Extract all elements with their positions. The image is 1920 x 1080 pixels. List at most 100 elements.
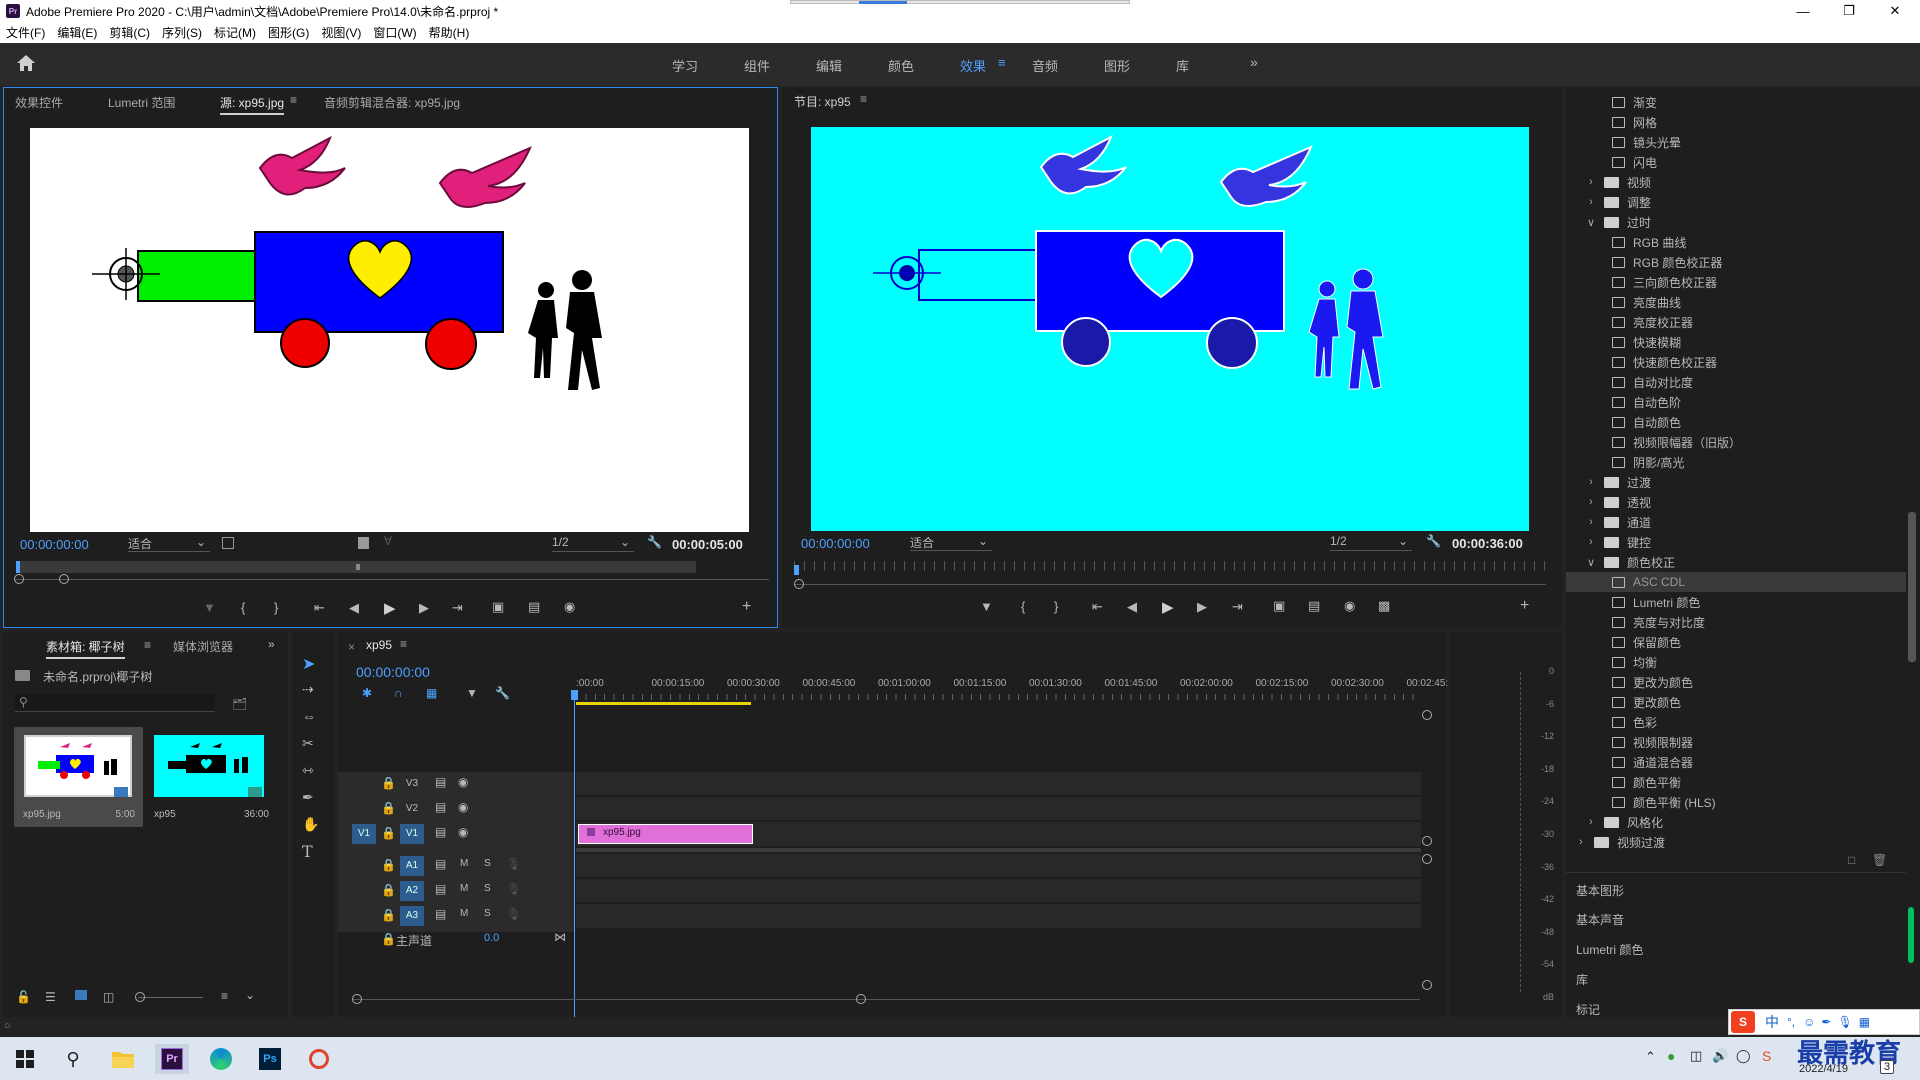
effects-item[interactable]: Lumetri 颜色 [1566, 592, 1906, 612]
track-label[interactable]: V3 [400, 774, 424, 794]
mic-icon[interactable]: 🎙 [506, 857, 521, 871]
mark-in-icon[interactable]: { [1021, 599, 1025, 614]
menu-view[interactable]: 视图(V) [315, 24, 367, 41]
program-resolution-dropdown[interactable]: 1/2 ⌄ [1330, 534, 1412, 551]
workspace-effects[interactable]: 效果 [960, 56, 986, 75]
go-to-out-icon[interactable]: ⇥ [452, 600, 463, 616]
effects-folder[interactable]: ∨ 颜色校正 [1566, 552, 1906, 572]
effects-item[interactable]: 色彩 [1566, 712, 1906, 732]
effects-item[interactable]: 闪电 [1566, 152, 1906, 172]
workspace-learn[interactable]: 学习 [672, 56, 698, 75]
effects-item[interactable]: 自动颜色 [1566, 412, 1906, 432]
chevron-right-icon[interactable]: › [1584, 176, 1598, 188]
new-search-bin-icon[interactable]: 🗂 [232, 697, 247, 711]
track-lane-v2[interactable] [576, 797, 1421, 821]
workspace-assembly[interactable]: 组件 [744, 56, 770, 75]
program-ruler[interactable] [794, 561, 1546, 571]
effects-folder[interactable]: › 过渡 [1566, 472, 1906, 492]
close-tab-icon[interactable]: × [348, 640, 355, 654]
menu-marker[interactable]: 标记(M) [208, 24, 262, 41]
vertical-zoom-handle[interactable] [1422, 980, 1432, 990]
zoom-slider-handle[interactable] [135, 992, 145, 1002]
slip-tool-icon[interactable]: ⇿ [302, 762, 314, 779]
horizontal-zoom-handle[interactable] [856, 994, 866, 1004]
lift-icon[interactable]: ▣ [1273, 598, 1285, 614]
lock-icon[interactable]: 🔒 [381, 858, 396, 872]
chevron-right-icon[interactable]: › [1584, 516, 1598, 528]
comparison-view-icon[interactable]: ▩ [1378, 598, 1390, 614]
play-icon[interactable]: ▶ [1162, 598, 1174, 616]
tab-lumetri-scopes[interactable]: Lumetri 范围 [108, 94, 175, 111]
photoshop-icon[interactable]: Ps [253, 1044, 287, 1074]
effects-folder[interactable]: ∨ 过时 [1566, 212, 1906, 232]
selection-tool-icon[interactable]: ➤ [302, 654, 315, 674]
eye-icon[interactable]: ◉ [458, 800, 468, 814]
menu-help[interactable]: 帮助(H) [423, 24, 476, 41]
freeform-view-icon[interactable]: ◫ [103, 990, 114, 1004]
effects-folder[interactable]: › 调整 [1566, 192, 1906, 212]
go-to-in-icon[interactable]: ⇤ [1092, 599, 1103, 615]
effects-folder[interactable]: › 键控 [1566, 532, 1906, 552]
maximize-button[interactable]: ❐ [1826, 0, 1872, 22]
step-forward-icon[interactable]: ▶ [1197, 599, 1207, 615]
sync-lock-icon[interactable]: ▤ [435, 882, 446, 896]
new-bin-icon[interactable]: □ [1848, 853, 1855, 867]
premiere-taskbar-icon[interactable]: Pr [155, 1044, 189, 1074]
effects-item[interactable]: 快速颜色校正器 [1566, 352, 1906, 372]
solo-button[interactable]: S [484, 908, 491, 919]
project-item[interactable]: xp95.jpg 5:00 [14, 727, 143, 827]
track-lane-a2[interactable] [576, 879, 1421, 903]
panel-menu-icon[interactable]: ≡ [400, 637, 407, 651]
overwrite-clip-icon[interactable]: ▤ [528, 599, 540, 615]
type-tool-icon[interactable]: T [302, 842, 313, 861]
mic-icon[interactable]: 🎙 [506, 907, 521, 921]
mic-icon[interactable]: 🎙 [506, 882, 521, 896]
solo-button[interactable]: S [484, 883, 491, 894]
chevron-right-icon[interactable]: › [1584, 476, 1598, 488]
step-forward-icon[interactable]: ▶ [419, 600, 429, 616]
effects-item[interactable]: 视频限制器 [1566, 732, 1906, 752]
lock-icon[interactable]: 🔒 [381, 801, 396, 815]
effects-item[interactable]: 亮度曲线 [1566, 292, 1906, 312]
panel-menu-icon[interactable]: ≡ [290, 93, 297, 107]
razor-tool-icon[interactable]: ✂ [302, 735, 314, 752]
home-icon[interactable] [16, 54, 36, 75]
workspace-color[interactable]: 颜色 [888, 56, 914, 75]
timeline-timecode[interactable]: 00:00:00:00 [356, 664, 430, 680]
linked-selection-icon[interactable]: ▦ [426, 686, 437, 700]
extract-icon[interactable]: ▤ [1308, 598, 1320, 614]
sogou-tray-icon[interactable]: S [1762, 1048, 1771, 1064]
section-essential-graphics[interactable]: 基本图形 [1576, 882, 1624, 899]
workspace-graphics[interactable]: 图形 [1104, 56, 1130, 75]
master-volume[interactable]: 0.0 [484, 932, 499, 944]
list-view-icon[interactable]: ☰ [45, 990, 56, 1004]
menu-window[interactable]: 窗口(W) [367, 24, 422, 41]
effects-item[interactable]: 亮度校正器 [1566, 312, 1906, 332]
more-panels-icon[interactable]: » [268, 637, 275, 651]
effects-item[interactable]: RGB 颜色校正器 [1566, 252, 1906, 272]
safe-margins-icon[interactable] [222, 537, 234, 549]
tab-effect-controls[interactable]: 效果控件 [15, 94, 63, 111]
lock-icon[interactable]: 🔒 [381, 776, 396, 790]
menu-graphics[interactable]: 图形(G) [262, 24, 315, 41]
source-fit-dropdown[interactable]: 适合 ⌄ [128, 535, 210, 552]
app-taskbar-icon[interactable] [302, 1044, 336, 1074]
track-select-tool-icon[interactable]: ⇢ [302, 681, 314, 698]
hand-tool-icon[interactable]: ✋ [302, 816, 319, 833]
tray-chevron-up-icon[interactable]: ⌃ [1645, 1049, 1656, 1065]
camera-icon[interactable]: ◉ [1344, 598, 1355, 614]
eye-icon[interactable]: ◉ [458, 775, 468, 789]
go-to-in-icon[interactable]: ⇤ [314, 600, 325, 616]
notification-badge[interactable]: 3 [1880, 1060, 1895, 1074]
track-label[interactable]: A1 [400, 856, 424, 876]
tab-source[interactable]: 源: xp95.jpg [220, 94, 285, 115]
lock-icon[interactable]: 🔒 [381, 826, 396, 840]
windows-start-icon[interactable] [8, 1044, 42, 1074]
menu-file[interactable]: 文件(F) [0, 24, 51, 41]
go-to-out-icon[interactable]: ⇥ [1232, 599, 1243, 615]
sync-lock-icon[interactable]: ▤ [435, 800, 446, 814]
mark-in-icon[interactable]: { [241, 600, 245, 615]
effects-item[interactable]: 均衡 [1566, 652, 1906, 672]
volume-icon[interactable]: 🔊 [1712, 1048, 1728, 1064]
program-timecode[interactable]: 00:00:00:00 [801, 536, 870, 551]
